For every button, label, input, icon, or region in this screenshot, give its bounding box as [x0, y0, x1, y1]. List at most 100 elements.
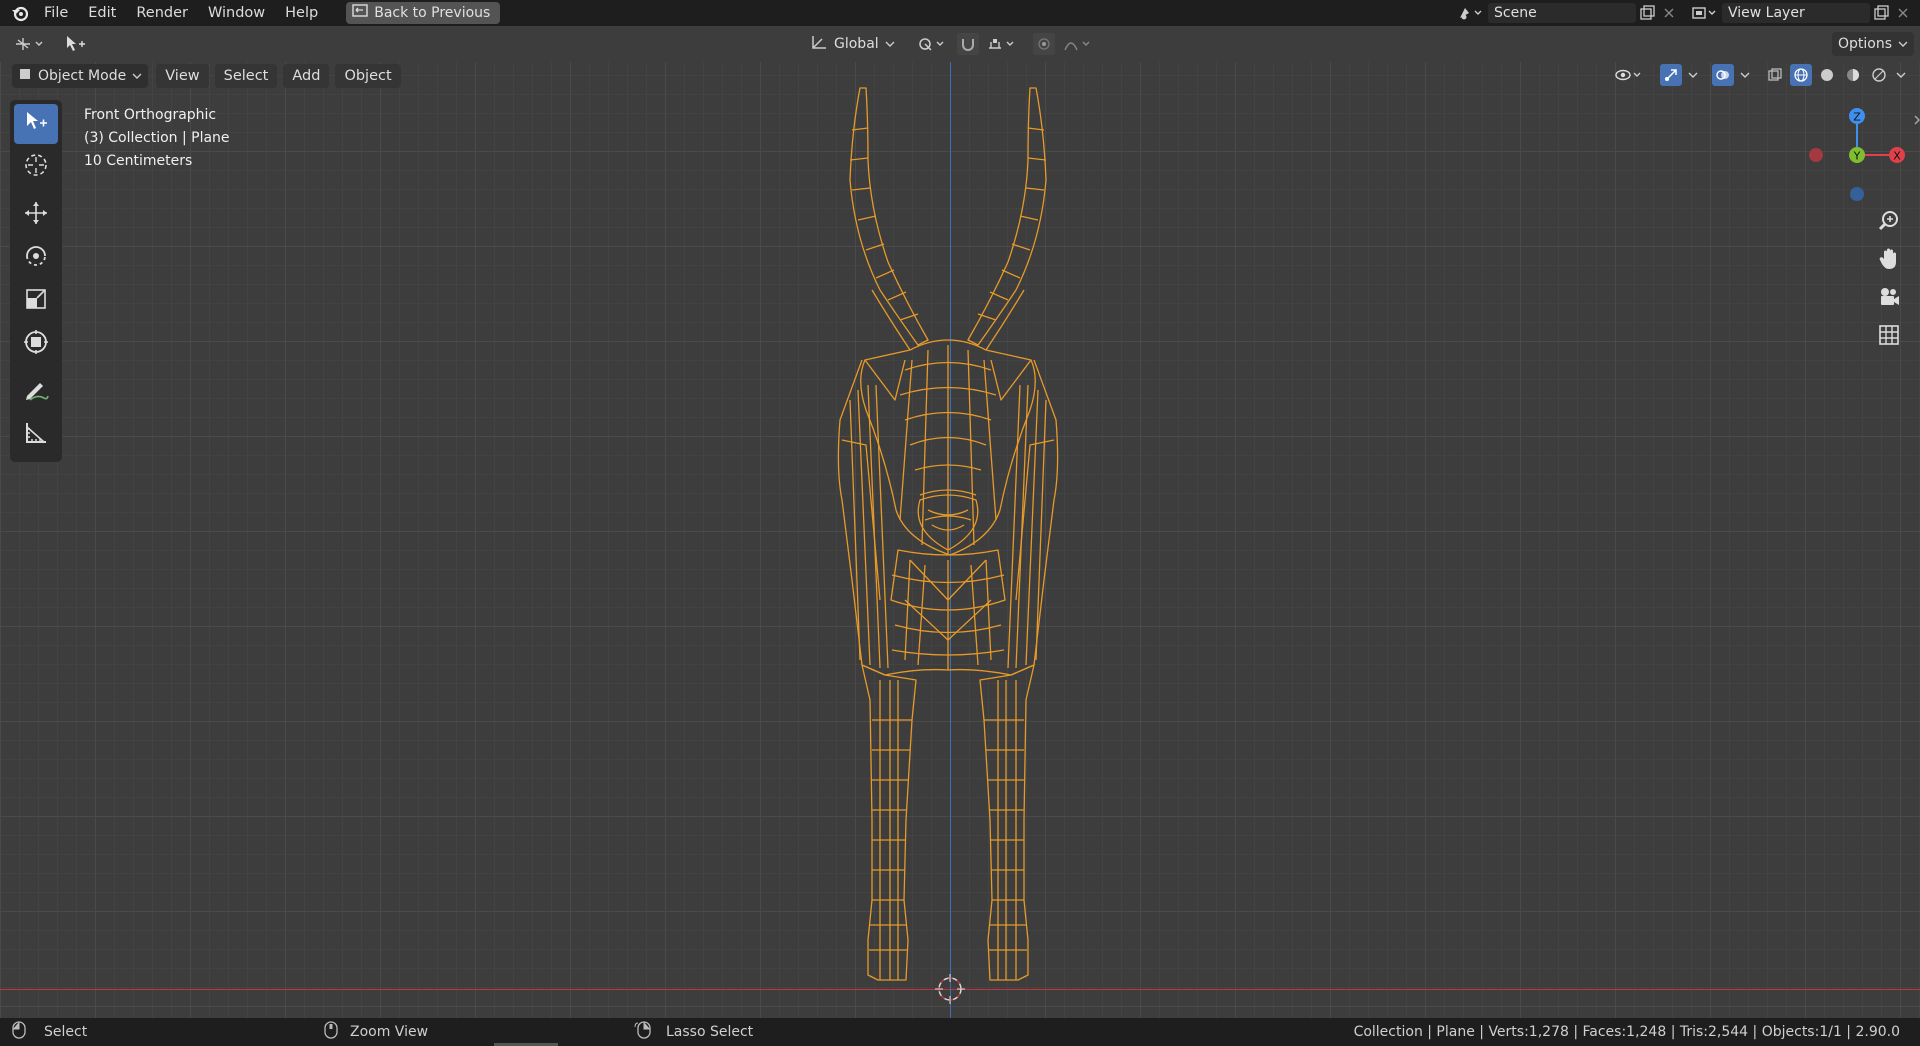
z-axis-label: Z: [1853, 111, 1861, 124]
back-to-previous-button[interactable]: Back to Previous: [346, 2, 501, 24]
object-mode-dropdown[interactable]: Object Mode: [12, 64, 149, 88]
back-to-previous-label: Back to Previous: [374, 5, 491, 21]
3d-viewport[interactable]: [0, 62, 1920, 1018]
neg-x-axis-handle: [1809, 148, 1823, 162]
chevron-down-icon: [132, 68, 142, 84]
move-tool[interactable]: [14, 195, 58, 235]
chevron-down-icon[interactable]: [1894, 64, 1908, 86]
sidebar-toggle-icon: [1914, 115, 1920, 125]
rotate-tool[interactable]: [14, 238, 58, 278]
chevron-down-icon: [885, 36, 895, 52]
shading-mode-group: [1790, 64, 1908, 86]
transform-orientation-dropdown[interactable]: Global: [804, 32, 901, 56]
view-name-label: Front Orthographic: [84, 107, 217, 123]
tool-shelf: [10, 100, 62, 462]
chevron-down-icon[interactable]: [1686, 64, 1700, 86]
chevron-down-icon[interactable]: [1738, 64, 1752, 86]
scene-name-field[interactable]: Scene: [1488, 3, 1636, 23]
status-zoom-hint: Zoom View: [324, 1021, 428, 1043]
transform-tool[interactable]: [14, 324, 58, 364]
menu-help[interactable]: Help: [275, 0, 328, 26]
transform-icon: [22, 328, 50, 360]
annotate-tool[interactable]: [14, 372, 58, 412]
gizmo-toggle-icon[interactable]: [1660, 64, 1682, 86]
add-menu[interactable]: Add: [283, 64, 330, 88]
orientation-label: Global: [834, 36, 879, 52]
menu-render[interactable]: Render: [126, 0, 198, 26]
options-label: Options: [1837, 36, 1892, 52]
scene-selector-area: Scene View Layer: [1452, 0, 1920, 26]
new-scene-icon[interactable]: [1636, 2, 1658, 24]
select-box-icon: [23, 109, 49, 139]
editor-type-icon[interactable]: [12, 33, 48, 55]
delete-view-layer-icon[interactable]: [1892, 2, 1914, 24]
chevron-down-icon: [1898, 36, 1908, 52]
zoom-button[interactable]: [1872, 206, 1906, 240]
menu-window[interactable]: Window: [198, 0, 275, 26]
pivot-point-icon[interactable]: [915, 33, 951, 55]
object-mode-icon: [18, 67, 32, 85]
status-lasso-hint: Lasso Select: [634, 1021, 753, 1043]
neg-z-axis-handle: [1850, 187, 1864, 201]
blender-logo-icon[interactable]: [6, 0, 34, 26]
transform-tool-icon[interactable]: [64, 33, 86, 55]
measure-ruler-icon: [22, 419, 50, 451]
solid-shading-icon[interactable]: [1816, 64, 1838, 86]
x-axis-label: X: [1893, 150, 1901, 163]
visibility-icon[interactable]: [1612, 64, 1648, 86]
material-shading-icon[interactable]: [1842, 64, 1864, 86]
view-menu[interactable]: View: [156, 64, 209, 88]
tool-header: Global Options: [0, 26, 1920, 62]
view-layer-name: View Layer: [1728, 5, 1805, 21]
select-menu[interactable]: Select: [214, 64, 278, 88]
scale-tool[interactable]: [14, 281, 58, 321]
hand-icon: [1877, 247, 1901, 275]
rotate-icon: [22, 242, 50, 274]
move-icon: [22, 199, 50, 231]
mouse-left-icon: [12, 1021, 26, 1043]
screen-icon: [352, 4, 368, 22]
rendered-shading-icon[interactable]: [1868, 64, 1890, 86]
overlays-toggle-icon[interactable]: [1712, 64, 1734, 86]
scale-label: 10 Centimeters: [84, 153, 193, 169]
perspective-toggle-button[interactable]: [1872, 320, 1906, 354]
wireframe-shading-icon[interactable]: [1790, 64, 1812, 86]
orientation-icon: [810, 34, 828, 54]
select-box-tool[interactable]: [14, 104, 58, 144]
z-axis-line: [950, 62, 951, 1018]
new-view-layer-icon[interactable]: [1870, 2, 1892, 24]
snap-toggle-icon[interactable]: [956, 33, 979, 55]
mouse-right-icon: [634, 1021, 654, 1043]
delete-scene-icon[interactable]: [1658, 2, 1680, 24]
mouse-middle-icon: [324, 1021, 338, 1043]
object-menu[interactable]: Object: [335, 64, 401, 88]
status-lasso-label: Lasso Select: [666, 1024, 754, 1040]
cursor-icon: [22, 151, 50, 183]
pan-button[interactable]: [1872, 244, 1906, 278]
proportional-editing-icon[interactable]: [1032, 33, 1055, 55]
scene-name: Scene: [1494, 5, 1537, 21]
snap-target-icon[interactable]: [985, 33, 1021, 55]
options-dropdown[interactable]: Options: [1831, 32, 1914, 56]
xray-toggle-icon[interactable]: [1764, 64, 1786, 86]
status-select-hint: Select: [12, 1021, 87, 1043]
scene-icon[interactable]: [1452, 2, 1488, 24]
x-axis-line: [0, 989, 1920, 990]
collection-info-label: (3) Collection | Plane: [84, 130, 230, 146]
viewport-header: Object Mode View Select Add Object: [0, 62, 1920, 90]
view-layer-field[interactable]: View Layer: [1722, 3, 1870, 23]
camera-view-button[interactable]: [1872, 282, 1906, 316]
top-menu-bar: File Edit Render Window Help Back to Pre…: [0, 0, 1920, 26]
scene-statistics: Collection | Plane | Verts:1,278 | Faces…: [1353, 1024, 1900, 1040]
annotate-pencil-icon: [22, 376, 50, 408]
cursor-tool[interactable]: [14, 147, 58, 187]
view-layer-icon[interactable]: [1686, 2, 1722, 24]
menu-edit[interactable]: Edit: [78, 0, 126, 26]
menu-file[interactable]: File: [34, 0, 78, 26]
falloff-icon[interactable]: [1061, 33, 1097, 55]
zoom-magnifier-icon: [1877, 209, 1901, 237]
navigation-gizmo[interactable]: Z X Y: [1800, 100, 1920, 210]
measure-tool[interactable]: [14, 415, 58, 455]
camera-icon: [1877, 285, 1901, 313]
grid-icon: [1877, 323, 1901, 351]
